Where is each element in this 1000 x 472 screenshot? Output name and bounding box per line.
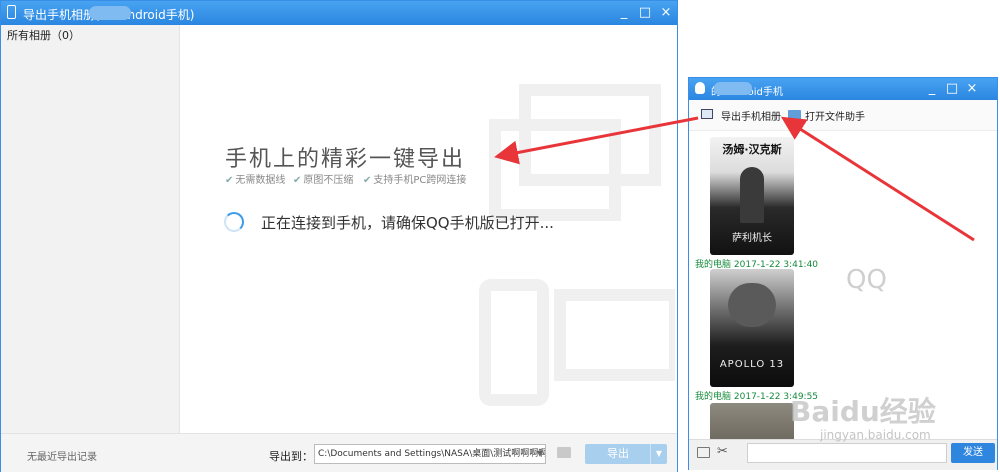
annotation-arrows (494, 116, 975, 242)
arrow-to-export-album (780, 116, 975, 242)
arrow-to-headline (494, 116, 699, 165)
